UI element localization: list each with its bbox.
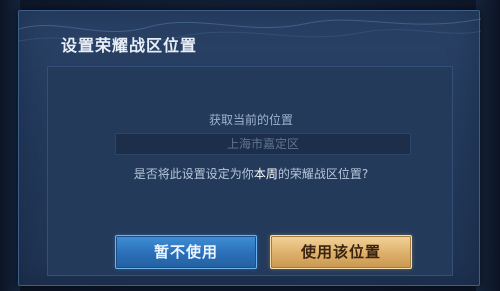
question-highlight: 本周 bbox=[253, 167, 278, 181]
background-left bbox=[0, 0, 20, 291]
question-suffix: 的荣耀战区位置? bbox=[277, 167, 369, 181]
location-field: 上海市嘉定区 bbox=[115, 133, 411, 155]
zone-location-dialog: 设置荣耀战区位置 获取当前的位置 上海市嘉定区 是否将此设置设定为你本周的荣耀战… bbox=[18, 10, 481, 286]
confirm-question: 是否将此设置设定为你本周的荣耀战区位置? bbox=[48, 165, 454, 182]
cancel-button[interactable]: 暂不使用 bbox=[115, 235, 257, 269]
dialog-content-panel: 获取当前的位置 上海市嘉定区 是否将此设置设定为你本周的荣耀战区位置? 暂不使用… bbox=[47, 66, 453, 276]
question-prefix: 是否将此设置设定为你 bbox=[133, 167, 254, 181]
location-label: 获取当前的位置 bbox=[208, 113, 293, 127]
use-location-button[interactable]: 使用该位置 bbox=[270, 235, 412, 269]
dialog-title: 设置荣耀战区位置 bbox=[61, 36, 198, 55]
